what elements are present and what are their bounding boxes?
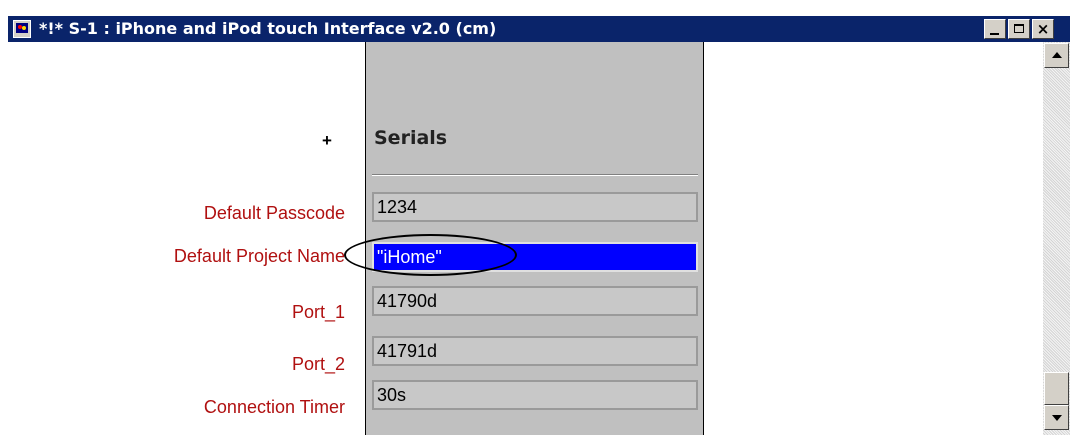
property-editor: + Default Passcode Default Project Name … xyxy=(8,42,1043,435)
application-window: *!* S-1 : iPhone and iPod touch Interfac… xyxy=(0,0,1078,435)
title-bar[interactable]: *!* S-1 : iPhone and iPod touch Interfac… xyxy=(8,16,1070,42)
default-passcode-field[interactable]: 1234 xyxy=(372,192,698,222)
label-port-2: Port_2 xyxy=(291,354,345,374)
label-connection-timer: Connection Timer xyxy=(203,397,345,417)
port-1-field[interactable]: 41790d xyxy=(372,286,698,316)
label-default-passcode: Default Passcode xyxy=(203,203,345,223)
scroll-thumb[interactable] xyxy=(1044,372,1069,405)
minimize-button[interactable] xyxy=(984,19,1006,39)
maximize-icon xyxy=(1014,24,1024,33)
window-title: *!* S-1 : iPhone and iPod touch Interfac… xyxy=(39,19,497,38)
label-port-1: Port_1 xyxy=(291,302,345,322)
column-header[interactable]: Serials xyxy=(374,127,447,149)
minimize-icon xyxy=(990,33,999,35)
arrow-up-icon xyxy=(1052,52,1062,58)
scroll-up-button[interactable] xyxy=(1044,43,1069,68)
label-default-project-name: Default Project Name xyxy=(173,246,345,266)
add-column-button[interactable]: + xyxy=(320,131,334,151)
header-divider xyxy=(372,174,698,176)
highlight-ellipse xyxy=(344,234,517,276)
connection-timer-field[interactable]: 30s xyxy=(372,380,698,410)
scroll-down-button[interactable] xyxy=(1044,405,1069,430)
port-2-field[interactable]: 41791d xyxy=(372,336,698,366)
vertical-scrollbar[interactable] xyxy=(1043,42,1070,435)
arrow-down-icon xyxy=(1052,415,1062,421)
close-icon: × xyxy=(1036,20,1050,38)
close-button[interactable]: × xyxy=(1032,19,1054,39)
app-icon-dot-yellow xyxy=(22,26,26,30)
maximize-button[interactable] xyxy=(1008,19,1030,39)
app-icon[interactable] xyxy=(13,20,31,38)
window-left-border xyxy=(0,16,8,435)
